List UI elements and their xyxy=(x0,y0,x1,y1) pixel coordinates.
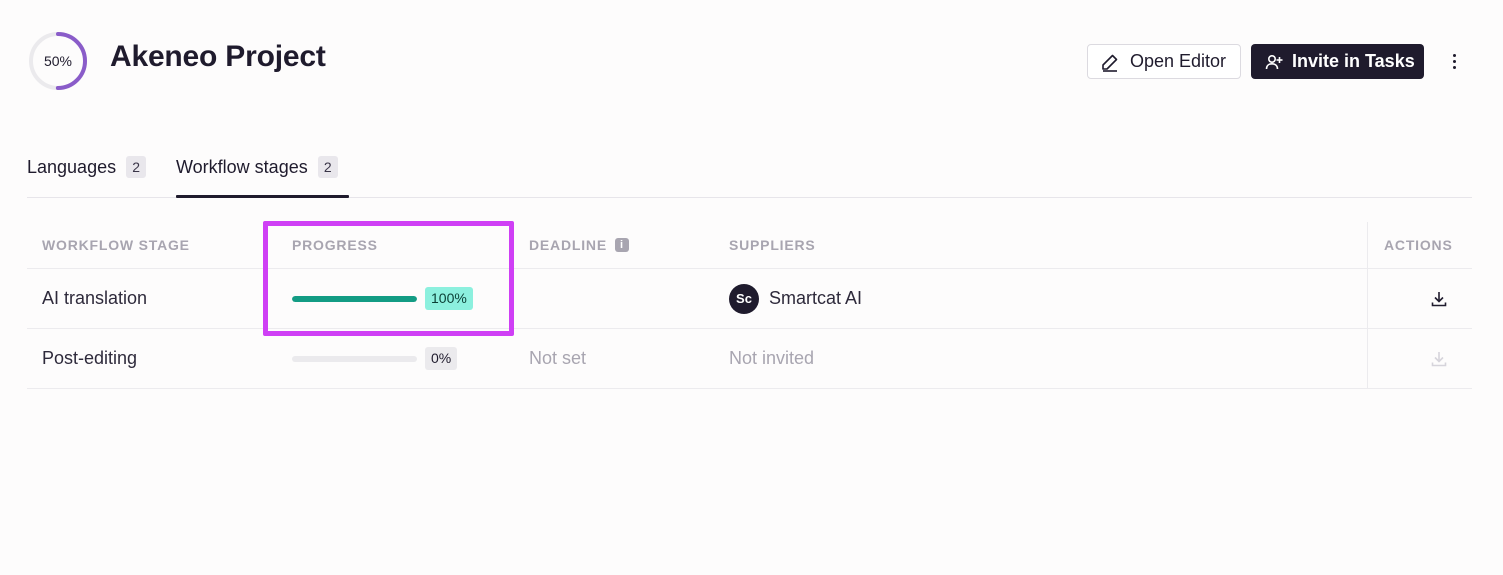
open-editor-label: Open Editor xyxy=(1130,51,1227,71)
stage-deadline[interactable]: Not set xyxy=(529,329,586,388)
column-header-deadline-label: DEADLINE xyxy=(529,237,607,253)
tab-workflow-stages-count: 2 xyxy=(317,156,338,178)
add-user-icon xyxy=(1265,54,1283,69)
smartcat-avatar: Sc xyxy=(729,283,759,314)
open-editor-button[interactable]: Open Editor xyxy=(1087,44,1241,79)
table-row[interactable]: Post-editing 0% Not set Not invited xyxy=(27,329,1472,389)
download-icon[interactable] xyxy=(1430,269,1448,328)
stage-supplier[interactable]: Not invited xyxy=(729,329,814,388)
stage-supplier[interactable]: Sc Smartcat AI xyxy=(729,269,862,328)
project-header: 50% Akeneo Project Open Editor Invite in… xyxy=(0,0,1503,120)
column-header-workflow-stage[interactable]: WORKFLOW STAGE xyxy=(42,222,190,268)
tab-workflow-stages[interactable]: Workflow stages 2 xyxy=(176,156,349,198)
tab-bar: Languages 2 Workflow stages 2 xyxy=(27,150,1472,198)
progress-bar-fill xyxy=(292,295,417,302)
table-row[interactable]: AI translation 100% Sc Smartcat AI xyxy=(27,269,1472,329)
tab-languages-label: Languages xyxy=(27,157,117,177)
column-header-suppliers[interactable]: SUPPLIERS xyxy=(729,222,816,268)
table-header-row: WORKFLOW STAGE PROGRESS DEADLINE i SUPPL… xyxy=(27,222,1472,269)
page-title: Akeneo Project xyxy=(110,40,326,73)
stage-name: AI translation xyxy=(42,288,148,308)
actions-column xyxy=(1367,329,1473,388)
column-header-deadline[interactable]: DEADLINE i xyxy=(529,222,629,268)
project-progress-label: 50% xyxy=(43,53,73,69)
info-icon[interactable]: i xyxy=(614,238,629,252)
stage-name: Post-editing xyxy=(42,348,138,368)
invite-in-tasks-label: Invite in Tasks xyxy=(1292,51,1415,71)
progress-bar xyxy=(292,355,417,362)
kebab-icon[interactable] xyxy=(1444,48,1464,74)
actions-column xyxy=(1367,269,1473,328)
pencil-icon xyxy=(1102,54,1118,72)
progress-percent-badge: 100% xyxy=(425,287,473,310)
tab-workflow-stages-label: Workflow stages xyxy=(176,157,308,177)
progress-percent-badge: 0% xyxy=(425,347,458,370)
tab-languages[interactable]: Languages 2 xyxy=(27,156,147,197)
tab-languages-count: 2 xyxy=(126,156,147,178)
stage-progress: 0% xyxy=(292,329,458,388)
supplier-name: Smartcat AI xyxy=(769,288,863,308)
stage-progress: 100% xyxy=(292,269,473,328)
download-icon xyxy=(1430,329,1448,388)
actions-column: ACTIONS xyxy=(1367,222,1473,268)
column-header-actions: ACTIONS xyxy=(1384,237,1453,253)
project-progress-ring: 50% xyxy=(28,31,88,91)
column-header-progress[interactable]: PROGRESS xyxy=(292,222,378,268)
invite-in-tasks-button[interactable]: Invite in Tasks xyxy=(1251,44,1424,79)
progress-bar xyxy=(292,295,417,302)
workflow-stages-table: WORKFLOW STAGE PROGRESS DEADLINE i SUPPL… xyxy=(27,222,1472,389)
